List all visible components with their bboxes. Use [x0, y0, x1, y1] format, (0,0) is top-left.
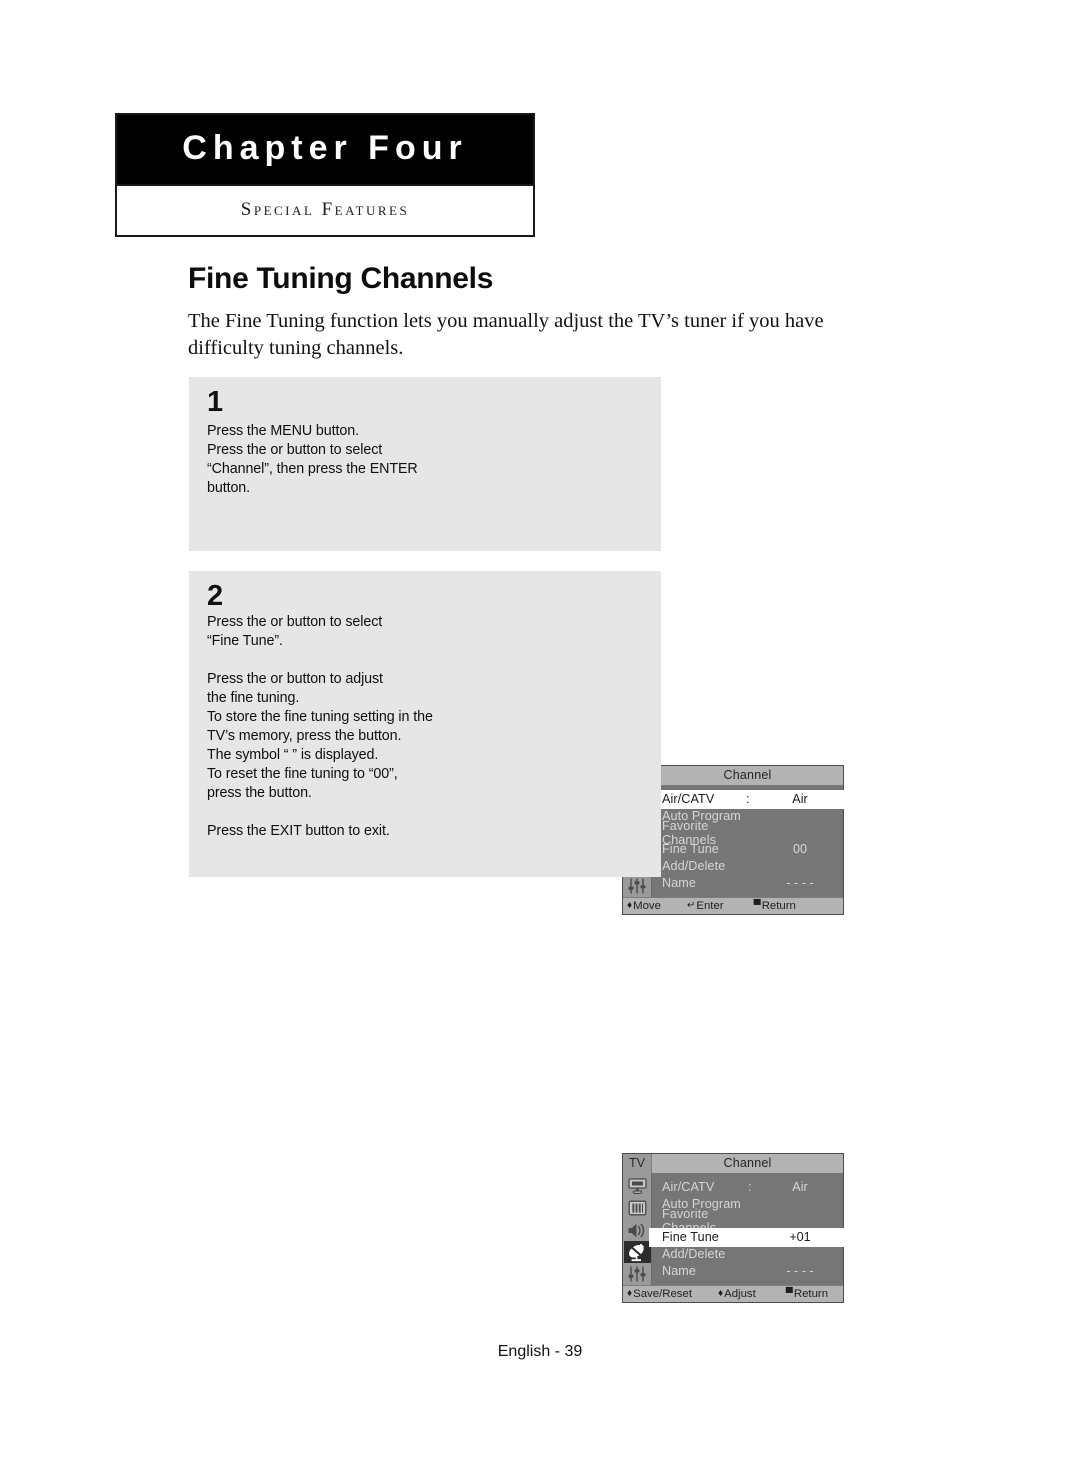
osd-tv-tag: TV [623, 1154, 652, 1173]
chapter-title: Chapter Four [117, 115, 533, 186]
instruction-line: Press the EXIT button to exit. [207, 823, 390, 839]
osd-row-label: Name [662, 875, 696, 890]
osd-row-value: - - - - [786, 875, 814, 890]
sliders-icon[interactable] [624, 1263, 651, 1285]
instruction-line: “Fine Tune”. [207, 633, 283, 649]
osd-menu-title: Channel [723, 1156, 772, 1170]
instruction-line: the fine tuning. [207, 690, 300, 706]
osd-row[interactable]: Air/CATV: Air [652, 1179, 843, 1196]
picture-icon[interactable] [624, 1175, 651, 1197]
osd-row-label: Fine Tune [662, 842, 719, 857]
osd-row-label: Add/Delete [662, 859, 726, 874]
osd-menu-rows[interactable]: Air/CATV: Air Auto Program Favorite Channel… [650, 1173, 843, 1285]
instruction-line: TV’s memory, press the button. [207, 728, 402, 744]
osd-footer-hint: ♦ Move [627, 900, 661, 912]
osd-row[interactable]: Fine Tune +01 [650, 1229, 843, 1246]
osd-footer-hint: ♦ Adjust [718, 1288, 756, 1300]
instruction-line: “Channel”, then press the ENTER [207, 461, 418, 477]
osd-footer-glyph-icon: ↵ [686, 900, 696, 911]
page-number: English - 39 [497, 1343, 583, 1360]
osd-row-separator: : [748, 1180, 752, 1195]
osd-row-value: - - - - [786, 1263, 814, 1278]
osd-row[interactable]: Favorite Channels [652, 1207, 843, 1235]
osd-row[interactable]: Fine Tune 00 [652, 841, 843, 858]
step-number-2: 2 [207, 580, 224, 612]
osd-footer-label: Save/Reset [633, 1288, 692, 1300]
osd-row-separator: : [746, 792, 750, 807]
osd-footer-label: Move [633, 900, 661, 912]
osd-menu-title: Channel [723, 768, 772, 782]
chapter-subtitle: Special Features [117, 186, 533, 235]
osd-footer-label: Return [793, 1288, 829, 1300]
osd-row[interactable]: Add/Delete [652, 858, 843, 875]
osd-footer-hint: ▀ Return [754, 900, 796, 912]
osd-row-label: Air/CATV [662, 792, 715, 807]
instruction-line: To store the fine tuning setting in the [207, 709, 433, 725]
osd-row-value: Air [792, 1180, 808, 1195]
instruction-line: Press the or button to select [207, 614, 383, 630]
osd-row-value: 00 [792, 842, 807, 857]
osd-icon-rail[interactable] [623, 1173, 652, 1285]
satellite-dish-icon[interactable] [623, 1241, 651, 1263]
osd-row-value: +01 [789, 1230, 811, 1245]
step-instructions-2: Press the or button to select “Fine Tune”… [207, 613, 443, 841]
chapter-header: Chapter Four Special Features [115, 113, 535, 237]
osd-footer-glyph-icon: ♦ [627, 1288, 633, 1299]
sliders-icon[interactable] [624, 875, 651, 897]
osd-row[interactable]: Add/Delete [652, 1246, 843, 1263]
osd-row[interactable]: Name - - - - [652, 874, 843, 891]
osd-menu-2[interactable]: TV Channel Air/CATV: Air Auto Program F… [622, 1153, 844, 1303]
instruction-line: To reset the fine tuning to “00”, [207, 766, 398, 782]
speaker-icon[interactable] [624, 1219, 651, 1241]
osd-footer: ♦ Save/Reset ♦ Adjust ▀ Return [623, 1285, 843, 1302]
osd-body: Air/CATV: Air Auto Program Favorite Channel… [623, 1173, 843, 1285]
osd-footer-label: Return [761, 900, 796, 912]
osd-footer-label: Adjust [724, 1288, 756, 1300]
osd-footer-hint: ↵ Enter [687, 900, 724, 912]
page-title: Fine Tuning Channels [188, 262, 494, 295]
osd-footer-label: Enter [696, 900, 724, 912]
osd-row-label: Fine Tune [662, 1230, 719, 1245]
instruction-line: The symbol “ ” is displayed. [207, 747, 379, 763]
instruction-line: button. [207, 480, 251, 496]
osd-titlebar: TV Channel [623, 1154, 843, 1173]
osd-row-value: Air [792, 792, 808, 807]
osd-row[interactable]: Name - - - - [652, 1262, 843, 1279]
osd-row[interactable]: Air/CATV: Air [650, 791, 843, 808]
osd-menu-rows[interactable]: Air/CATV: Air Auto Program Favorite Channel… [650, 785, 843, 897]
osd-footer: ♦ Move ↵ Enter ▀ Return [623, 897, 843, 914]
intro-paragraph: The Fine Tuning function lets you manual… [188, 310, 824, 359]
step-number-1: 1 [207, 386, 224, 418]
osd-row-label: Name [662, 1263, 696, 1278]
osd-footer-hint: ▀ Return [786, 1288, 828, 1300]
osd-footer-glyph-icon: ♦ [718, 1288, 724, 1299]
step-block-1: 1 Press the MENU button. Press the or but… [189, 377, 844, 915]
step-instructions-1: Press the MENU button. Press the or butto… [207, 422, 439, 498]
instruction-line: Press the MENU button. [207, 423, 359, 439]
bars-icon[interactable] [624, 1197, 651, 1219]
instruction-line: Press the or button to select [207, 442, 383, 458]
instruction-line: press the button. [207, 785, 312, 801]
instruction-line: Press the or button to adjust [207, 671, 383, 687]
osd-footer-glyph-icon: ♦ [627, 900, 633, 911]
step-block-2: 2 Press the or button to select “Fine Tun… [189, 571, 844, 1303]
osd-row[interactable]: Favorite Channels [652, 819, 843, 847]
osd-footer-hint: ♦ Save/Reset [627, 1288, 692, 1300]
osd-row-label: Add/Delete [662, 1247, 726, 1262]
osd-footer-glyph-icon: ▀ [753, 900, 761, 911]
osd-footer-glyph-icon: ▀ [785, 1288, 793, 1299]
